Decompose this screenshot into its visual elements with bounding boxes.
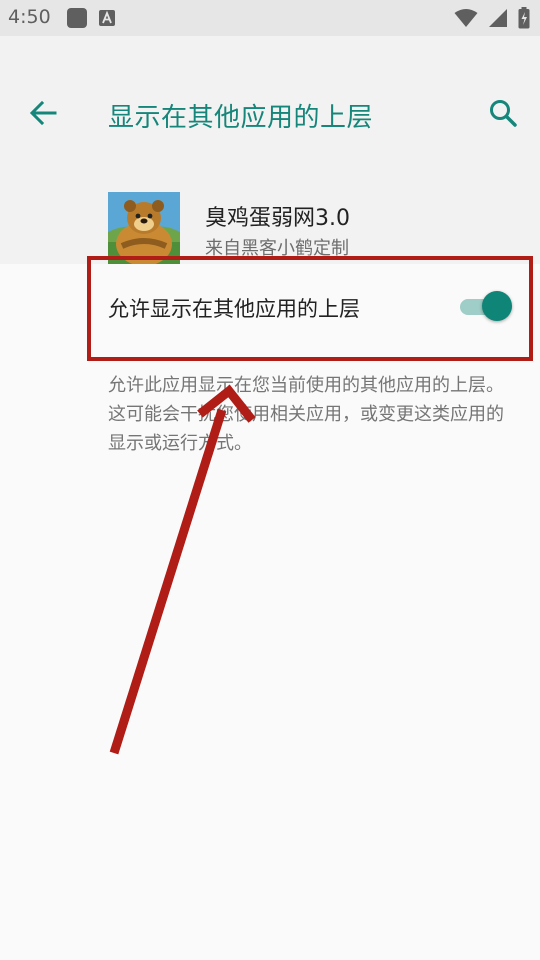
back-arrow-icon [29, 100, 57, 126]
signal-icon [488, 8, 508, 32]
bear-avatar-icon [108, 192, 180, 264]
annotation-highlight-box [87, 256, 533, 361]
app-icon [108, 192, 180, 264]
setting-description: 允许此应用显示在您当前使用的其他应用的上层。这可能会干扰您使用相关应用，或变更这… [108, 375, 504, 454]
notification-icons [66, 7, 116, 33]
search-button[interactable] [488, 98, 518, 128]
search-icon [490, 100, 517, 127]
back-button[interactable] [28, 98, 58, 128]
status-time: 4:50 [8, 6, 51, 28]
status-bar: 4:50 [0, 0, 540, 36]
app-name: 臭鸡蛋弱网3.0 [205, 206, 350, 231]
page-title: 显示在其他应用的上层 [108, 103, 374, 133]
system-icons [454, 7, 530, 33]
battery-icon [518, 7, 530, 33]
wifi-icon [454, 8, 478, 32]
notification-square-icon [66, 7, 88, 33]
notification-app-icon [98, 9, 116, 31]
app-info-header: 显示在其他应用的上层 臭鸡蛋弱网3.0 来自黑客小鹤定制 [0, 36, 540, 264]
